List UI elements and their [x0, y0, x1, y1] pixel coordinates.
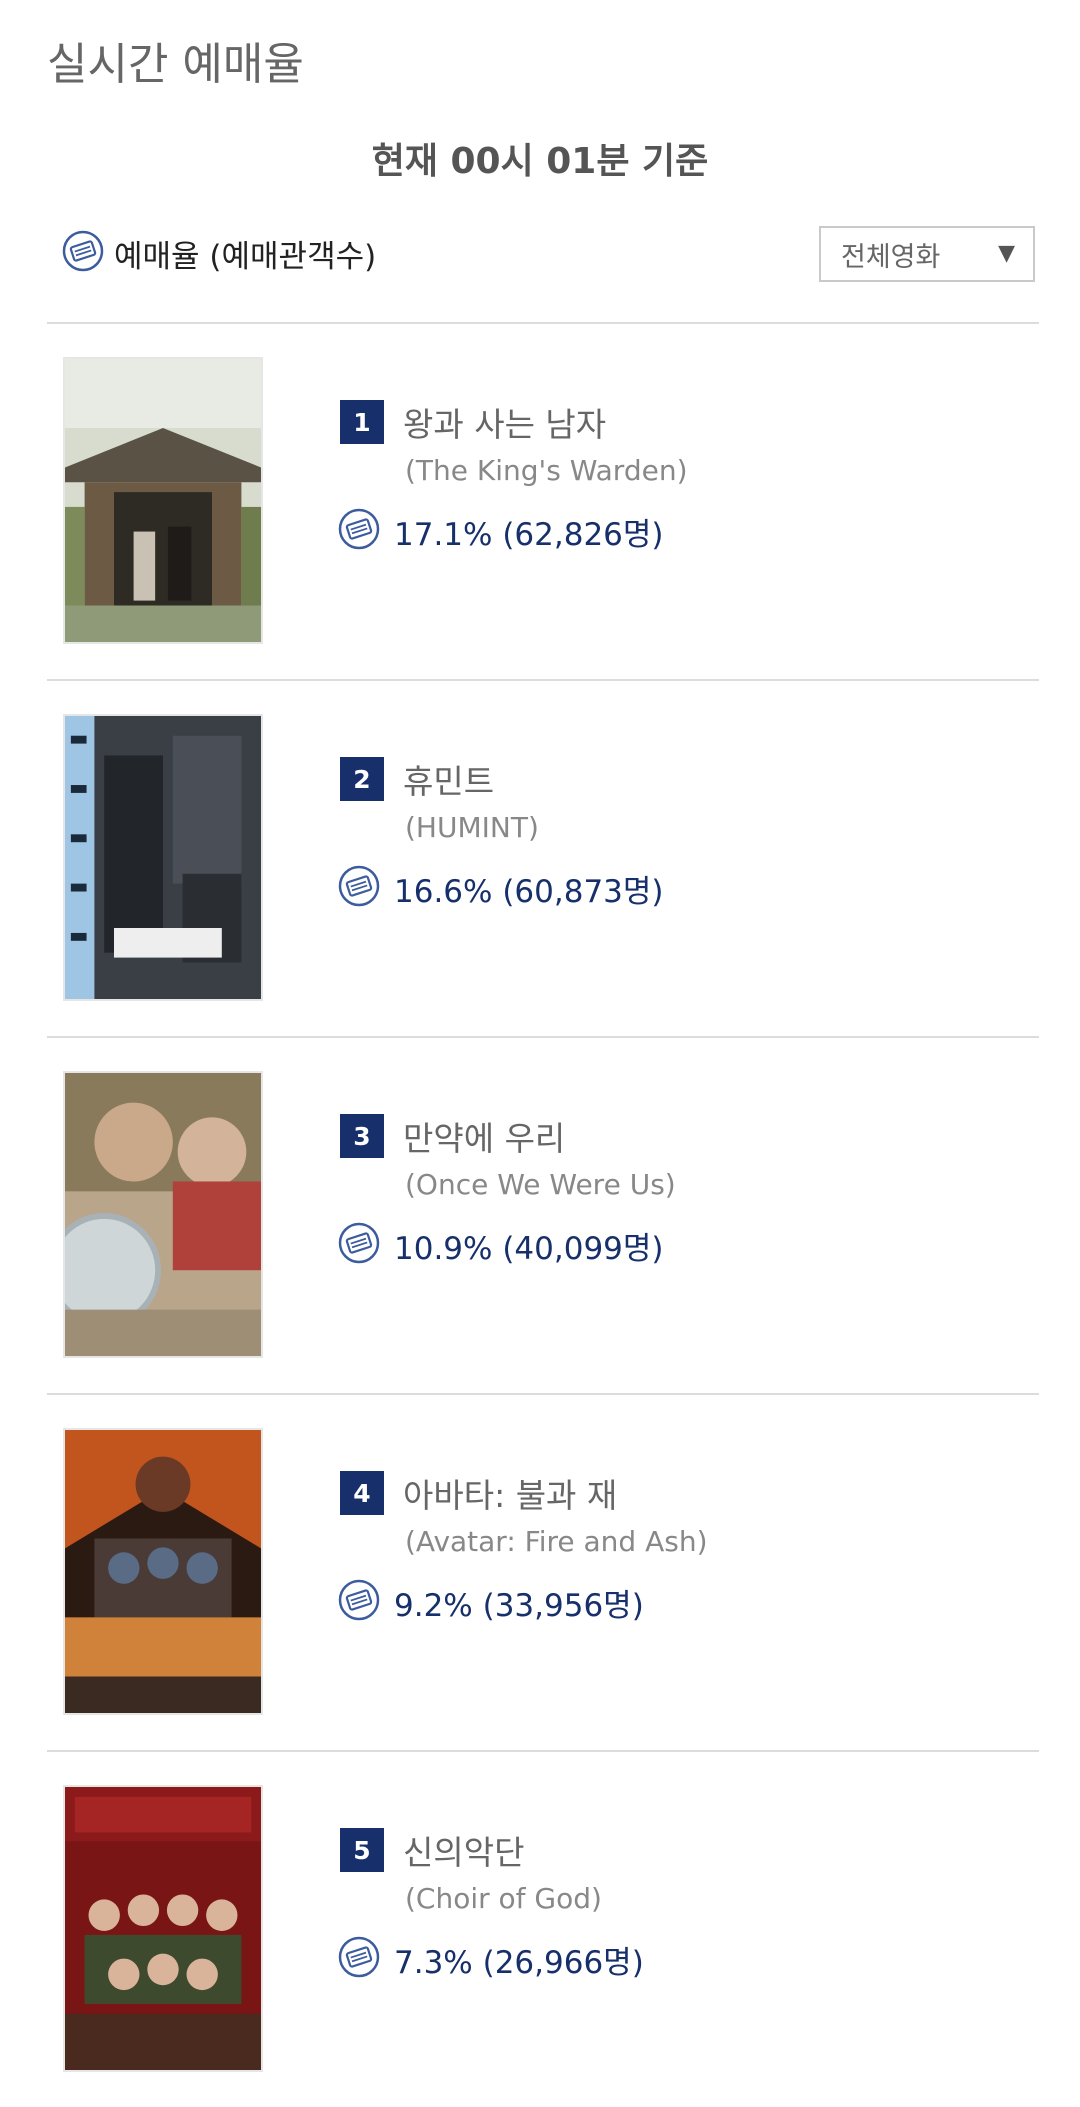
legend-label: 예매율 (예매관객수): [114, 238, 377, 275]
movie-title-en: (Once We Were Us): [405, 1168, 676, 1201]
booking-rate: 7.3% (26,966명): [338, 1936, 644, 1982]
booking-rate-value: 7.3% (26,966명): [394, 1944, 644, 1981]
booking-rate-value: 16.6% (60,873명): [394, 873, 664, 910]
select-value: 전체영화: [841, 241, 941, 273]
booking-rate: 9.2% (33,956명): [338, 1579, 644, 1625]
movie-filter-select[interactable]: 전체영화 ▼: [819, 226, 1035, 282]
booking-rate: 17.1% (62,826명): [338, 508, 664, 554]
movie-title-en: (Avatar: Fire and Ash): [405, 1525, 708, 1558]
movie-title-en: (Choir of God): [405, 1882, 602, 1915]
movie-title-en: (HUMINT): [405, 811, 539, 844]
booking-rate-value: 17.1% (62,826명): [394, 516, 664, 553]
movie-title-ko[interactable]: 휴민트: [403, 755, 494, 803]
ticket-icon: [62, 230, 104, 276]
movie-poster[interactable]: [63, 357, 263, 644]
movie-poster[interactable]: [63, 1785, 263, 2072]
booking-rate: 10.9% (40,099명): [338, 1222, 664, 1268]
movie-title-ko[interactable]: 신의악단: [403, 1826, 524, 1874]
ticket-icon: [338, 1936, 380, 1982]
time-basis-label: 현재 00시 01분 기준: [371, 141, 709, 182]
movie-title-ko[interactable]: 아바타: 불과 재: [403, 1469, 617, 1517]
movie-ranking-list: 1 왕과 사는 남자 (The King's Warden) 17.1% (62…: [47, 322, 1039, 2107]
ticket-icon: [338, 865, 380, 911]
rank-badge: 3: [340, 1114, 384, 1158]
dropdown-arrow-icon: ▼: [998, 241, 1015, 266]
rank-badge: 4: [340, 1471, 384, 1515]
booking-rate-value: 9.2% (33,956명): [394, 1587, 644, 1624]
movie-item: 5 신의악단 (Choir of God) 7.3% (26,966명): [47, 1750, 1039, 2107]
rank-badge: 5: [340, 1828, 384, 1872]
booking-rate: 16.6% (60,873명): [338, 865, 664, 911]
ticket-icon: [338, 1579, 380, 1625]
ticket-icon: [338, 508, 380, 554]
rank-badge: 2: [340, 757, 384, 801]
movie-title-ko[interactable]: 만약에 우리: [403, 1112, 565, 1160]
booking-rate-page: 실시간 예매율 현재 00시 01분 기준 예매율 (예매관객수) 전체영화 ▼: [0, 0, 1080, 2106]
movie-item: 4 아바타: 불과 재 (Avatar: Fire and Ash) 9.2% …: [47, 1393, 1039, 1750]
movie-poster[interactable]: [63, 714, 263, 1001]
legend: 예매율 (예매관객수): [62, 230, 376, 276]
movie-title-en: (The King's Warden): [405, 454, 688, 487]
movie-poster[interactable]: [63, 1071, 263, 1358]
page-title: 실시간 예매율: [47, 39, 304, 90]
movie-item: 2 휴민트 (HUMINT) 16.6% (60,873명): [47, 679, 1039, 1036]
movie-poster[interactable]: [63, 1428, 263, 1715]
booking-rate-value: 10.9% (40,099명): [394, 1230, 664, 1267]
filter-row: 예매율 (예매관객수) 전체영화 ▼: [62, 226, 1035, 290]
ticket-icon: [338, 1222, 380, 1268]
movie-item: 1 왕과 사는 남자 (The King's Warden) 17.1% (62…: [47, 322, 1039, 679]
movie-title-ko[interactable]: 왕과 사는 남자: [403, 398, 606, 446]
rank-badge: 1: [340, 400, 384, 444]
movie-item: 3 만약에 우리 (Once We Were Us) 10.9% (40,099…: [47, 1036, 1039, 1393]
